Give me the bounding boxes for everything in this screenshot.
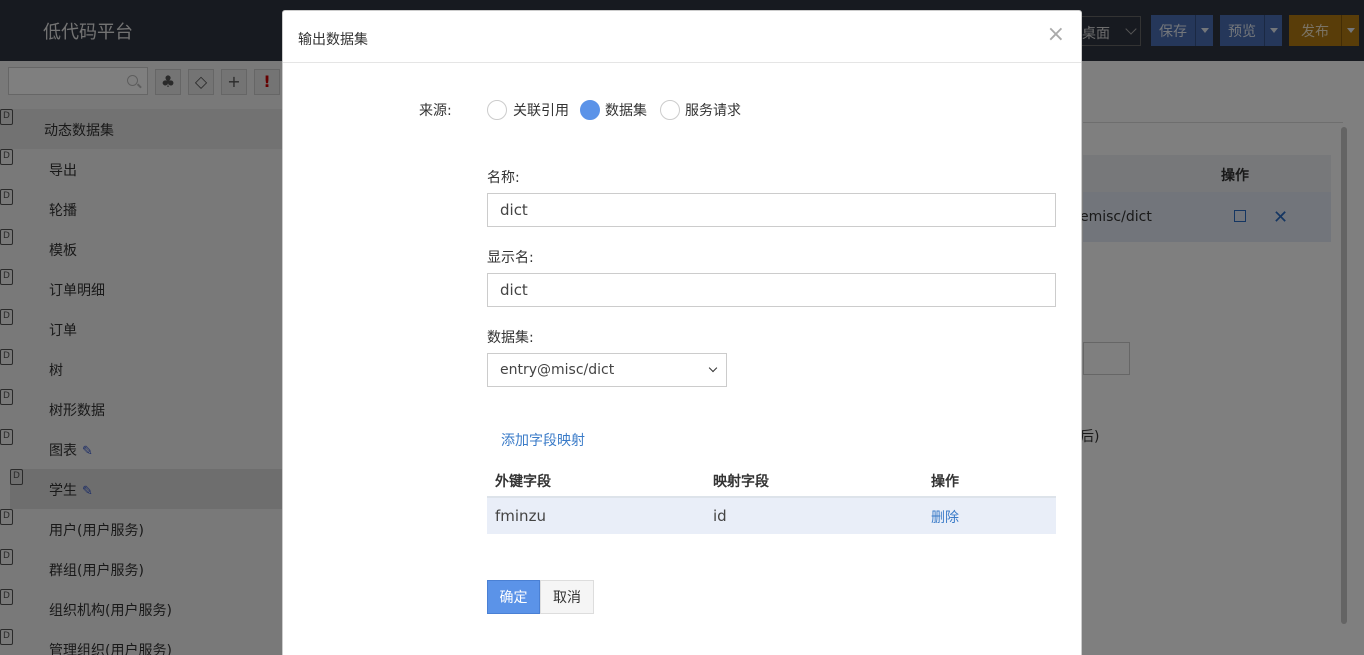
dataset-select[interactable]: entry@misc/dict	[487, 353, 727, 387]
mapping-table: 外键字段 映射字段 操作 fminzu id 删除	[487, 461, 1056, 534]
fk-cell: fminzu	[495, 507, 546, 525]
name-label: 名称:	[487, 170, 520, 186]
dialog-header: 输出数据集 ×	[283, 11, 1081, 63]
delete-link[interactable]: 删除	[931, 507, 959, 527]
radio-dataset-label[interactable]: 数据集	[605, 100, 647, 120]
table-header: 外键字段 映射字段 操作	[487, 461, 1056, 498]
chevron-down-icon	[708, 363, 718, 373]
table-row: fminzu id 删除	[487, 498, 1056, 534]
display-name-label: 显示名:	[487, 250, 534, 266]
radio-service[interactable]	[660, 100, 680, 120]
confirm-button[interactable]: 确定	[487, 580, 540, 614]
radio-dataset[interactable]	[580, 100, 600, 120]
display-name-field[interactable]	[487, 273, 1056, 307]
column-header: 操作	[931, 474, 959, 490]
column-header: 映射字段	[713, 474, 769, 490]
output-dataset-dialog: 输出数据集 × 来源: 关联引用 数据集 服务请求 名称: 显示名: 数据集: …	[282, 10, 1082, 655]
add-field-mapping-link[interactable]: 添加字段映射	[501, 430, 585, 450]
column-header: 外键字段	[495, 474, 551, 490]
cancel-button[interactable]: 取消	[540, 580, 594, 614]
mapped-cell: id	[713, 507, 727, 525]
source-label: 来源:	[419, 103, 452, 119]
radio-service-label[interactable]: 服务请求	[685, 100, 741, 120]
close-icon[interactable]: ×	[1047, 23, 1065, 47]
radio-reference[interactable]	[487, 100, 507, 120]
radio-reference-label[interactable]: 关联引用	[513, 100, 569, 120]
dataset-select-value: entry@misc/dict	[500, 362, 615, 378]
dialog-title: 输出数据集	[298, 32, 368, 48]
name-field[interactable]	[487, 193, 1056, 227]
dataset-label: 数据集:	[487, 330, 534, 346]
